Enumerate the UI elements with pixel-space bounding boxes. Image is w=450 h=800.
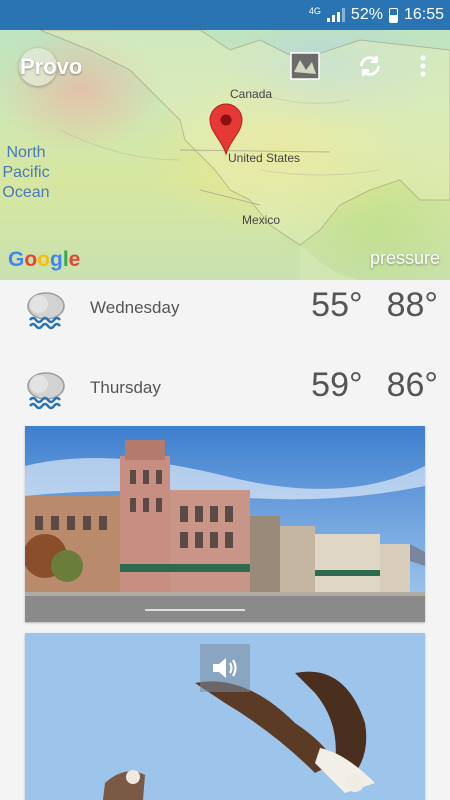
map-label-mexico: Mexico xyxy=(242,213,281,227)
speaker-icon xyxy=(213,658,237,678)
forecast-low: 59° xyxy=(311,366,363,404)
forecast-day: Thursday xyxy=(90,378,161,397)
forecast-temps: 55° 88° xyxy=(311,286,438,325)
signal-icon xyxy=(326,8,345,22)
refresh-icon xyxy=(359,56,381,76)
forecast-day: Wednesday xyxy=(90,298,180,317)
ocean-line-1: North xyxy=(6,144,46,161)
weather-map[interactable]: Provo Canada United States Mexico North … xyxy=(0,30,450,280)
forecast-temps: 59° 86° xyxy=(311,366,438,405)
battery-icon xyxy=(388,7,398,23)
map-label-ocean: North Pacific Ocean xyxy=(0,143,52,203)
map-label-canada: Canada xyxy=(230,87,273,101)
sound-button[interactable] xyxy=(200,644,250,692)
google-logo: Google xyxy=(8,248,81,271)
rain-cloud-icon xyxy=(27,292,65,330)
ocean-line-2: Pacific xyxy=(2,164,50,181)
location-pin-icon[interactable] xyxy=(208,102,244,156)
more-vert-icon xyxy=(420,55,426,77)
clock: 16:55 xyxy=(403,6,444,23)
forecast-high: 86° xyxy=(386,366,438,404)
ocean-line-3: Ocean xyxy=(2,184,50,201)
map-layer-icon xyxy=(290,52,320,80)
battery-percent: 52% xyxy=(350,6,383,23)
city-title: Provo xyxy=(20,54,83,79)
city-photo-image xyxy=(25,426,425,622)
city-photo[interactable] xyxy=(25,426,425,622)
more-options-button[interactable] xyxy=(405,48,441,84)
map-label-united-states: United States xyxy=(228,151,301,165)
forecast-low: 55° xyxy=(311,286,363,324)
forecast-high: 88° xyxy=(386,286,438,324)
map-layer-button[interactable] xyxy=(287,48,323,84)
forecast-row-wednesday[interactable]: Wednesday 55° 88° xyxy=(0,280,450,360)
refresh-button[interactable] xyxy=(352,48,388,84)
status-bar: 4G 52% 16:55 xyxy=(0,0,450,30)
rain-cloud-icon xyxy=(27,372,65,410)
map-layer-label: pressure xyxy=(369,248,440,268)
network-type: 4G xyxy=(308,5,321,16)
